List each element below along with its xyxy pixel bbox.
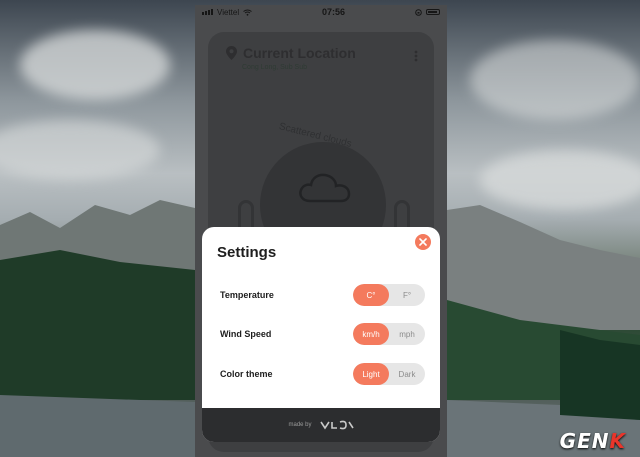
made-by-label: made by bbox=[288, 422, 312, 428]
location-pin-icon bbox=[226, 46, 237, 60]
temperature-label: Temperature bbox=[220, 290, 274, 300]
wind-speed-label: Wind Speed bbox=[220, 329, 272, 339]
wifi-icon bbox=[243, 9, 252, 16]
location-header[interactable]: Current Location bbox=[226, 45, 356, 61]
location-title: Current Location bbox=[243, 45, 356, 61]
kmh-option[interactable]: km/h bbox=[353, 323, 389, 345]
color-theme-label: Color theme bbox=[220, 369, 273, 379]
battery-icon bbox=[426, 9, 440, 15]
mph-option[interactable]: mph bbox=[389, 323, 425, 345]
close-icon bbox=[419, 238, 427, 246]
carrier-label: Viettel bbox=[217, 7, 240, 17]
settings-panel: Settings Temperature C° F° Wind Speed km… bbox=[202, 227, 440, 442]
close-button[interactable] bbox=[415, 234, 431, 250]
temperature-row: Temperature C° F° bbox=[220, 284, 425, 306]
fahrenheit-option[interactable]: F° bbox=[389, 284, 425, 306]
signal-icon bbox=[202, 9, 213, 15]
color-theme-toggle[interactable]: Light Dark bbox=[353, 363, 425, 385]
settings-footer: made by bbox=[202, 408, 440, 442]
settings-title: Settings bbox=[217, 244, 277, 261]
author-logo-icon[interactable] bbox=[319, 420, 354, 430]
wind-speed-row: Wind Speed km/h mph bbox=[220, 323, 425, 345]
genk-watermark: GENK bbox=[559, 429, 626, 453]
more-options-icon[interactable] bbox=[414, 50, 418, 62]
dark-theme-option[interactable]: Dark bbox=[389, 363, 425, 385]
wind-speed-toggle[interactable]: km/h mph bbox=[353, 323, 425, 345]
light-theme-option[interactable]: Light bbox=[353, 363, 389, 385]
celsius-option[interactable]: C° bbox=[353, 284, 389, 306]
color-theme-row: Color theme Light Dark bbox=[220, 363, 425, 385]
rotation-lock-icon bbox=[415, 8, 422, 16]
location-subtitle: Cong Long, Sub Sub bbox=[242, 64, 307, 71]
cloud-icon bbox=[299, 173, 351, 203]
temperature-toggle[interactable]: C° F° bbox=[353, 284, 425, 306]
status-bar: Viettel 07:56 bbox=[195, 5, 447, 19]
clock: 07:56 bbox=[322, 7, 346, 17]
